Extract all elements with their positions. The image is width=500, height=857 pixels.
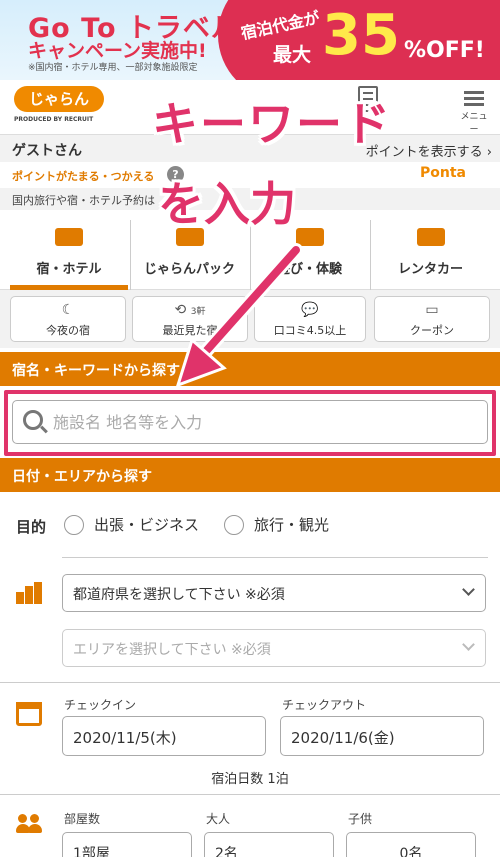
search-box[interactable]: [12, 400, 488, 444]
adults-select[interactable]: 2名: [204, 832, 334, 857]
point-text: ポイントがたまる・つかえる: [12, 170, 155, 183]
recent-button[interactable]: ⟲ 3軒 最近見た宿: [132, 296, 248, 342]
car-icon: [416, 228, 445, 246]
promo-line2: 最大: [273, 44, 312, 66]
adults-label: 大人: [206, 812, 231, 826]
map-icon: [16, 582, 46, 604]
checkout-date-field[interactable]: 2020/11/6(金): [280, 716, 484, 756]
guest-name: ゲストさん: [12, 143, 82, 159]
quick-label: クーポン: [410, 324, 454, 337]
checkout-label: チェックアウト: [282, 698, 367, 712]
annotation-enter: を入力: [158, 177, 296, 231]
purpose-business-radio[interactable]: 出張・ビジネス: [64, 514, 199, 535]
domestic-text: 国内旅行や宿・ホテル予約は: [12, 194, 155, 207]
children-label: 子供: [348, 812, 373, 826]
area-section-header: 日付・エリアから探す: [0, 458, 500, 492]
children-select[interactable]: 0名: [346, 832, 476, 857]
radio-circle: [224, 514, 244, 535]
purpose-travel-radio[interactable]: 旅行・観光: [224, 514, 329, 535]
search-icon: [23, 410, 43, 430]
produced-by-recruit: PRODUCED BY RECRUIT: [14, 116, 94, 123]
rooms-select[interactable]: 1部屋: [62, 832, 192, 857]
tab-rental-car[interactable]: レンタカー: [370, 220, 490, 290]
jalan-logo[interactable]: じゃらん: [14, 86, 104, 112]
checkin-label: チェックイン: [64, 698, 137, 712]
radio-label: 旅行・観光: [254, 516, 330, 534]
quick-label: 最近見た宿: [162, 324, 218, 337]
calendar-icon: [16, 702, 42, 726]
tonight-button[interactable]: ☾ 今夜の宿: [10, 296, 126, 342]
review-filter-button[interactable]: 💬 口コミ4.5以上: [254, 296, 366, 342]
prefecture-select[interactable]: 都道府県を選択して下さい ※必須: [62, 574, 486, 612]
menu-label: メニュー: [460, 112, 488, 135]
history-icon: ⟲ 3軒: [174, 302, 206, 318]
quick-links: ☾ 今夜の宿 ⟲ 3軒 最近見た宿 💬 口コミ4.5以上 ▭ クーポン: [0, 290, 500, 348]
quick-label: 口コミ4.5以上: [273, 324, 347, 337]
area-select-text: エリアを選択して下さい ※必須: [73, 642, 271, 658]
goto-travel-banner[interactable]: Go To トラベル キャンペーン実施中! ※国内宿・ホテル専用、一部対象施設限…: [0, 0, 500, 80]
purpose-label: 目的: [16, 518, 47, 536]
prefecture-select-text: 都道府県を選択して下さい ※必須: [73, 587, 285, 603]
banner-subtitle: キャンペーン実施中!: [28, 40, 207, 62]
search-form: 目的 出張・ビジネス 旅行・観光 都道府県を選択して下さい ※必須 エリアを選択…: [0, 492, 500, 857]
keyword-section-header: 宿名・キーワードから探す: [0, 352, 500, 386]
activity-icon: [295, 228, 324, 246]
radio-circle: [64, 514, 84, 535]
coupon-icon: ▭: [425, 302, 439, 318]
moon-icon: ☾: [61, 302, 75, 318]
quick-label: 今夜の宿: [46, 324, 90, 337]
tab-label: 遊び・体験: [276, 262, 342, 277]
tab-label: じゃらんパック: [143, 262, 235, 277]
banner-note: ※国内宿・ホテル専用、一部対象施設限定: [28, 63, 198, 73]
promo-off: %OFF!: [404, 38, 485, 63]
menu-button[interactable]: メニュー: [458, 88, 490, 135]
search-input[interactable]: [53, 409, 473, 435]
promo-percent: 35: [322, 3, 400, 68]
divider: [0, 682, 500, 683]
radio-label: 出張・ビジネス: [94, 516, 200, 534]
chat-icon: 💬: [301, 302, 319, 318]
coupon-button[interactable]: ▭ クーポン: [374, 296, 490, 342]
recent-count-badge: 3軒: [190, 307, 206, 317]
tab-hotel[interactable]: 宿・ホテル: [10, 220, 128, 290]
tab-label: レンタカー: [397, 262, 463, 277]
divider: [0, 794, 500, 795]
divider: [62, 557, 488, 558]
search-wrapper: [0, 386, 500, 454]
checkin-date-field[interactable]: 2020/11/5(木): [62, 716, 266, 756]
chevron-down-icon: [462, 638, 475, 651]
tab-label: 宿・ホテル: [36, 262, 102, 277]
people-icon: [16, 814, 46, 834]
chevron-down-icon: [462, 583, 475, 596]
hamburger-icon: [464, 91, 484, 94]
rooms-label: 部屋数: [64, 812, 101, 826]
nights-count: 宿泊日数 1泊: [211, 772, 289, 787]
bed-icon: [55, 228, 83, 246]
area-select[interactable]: エリアを選択して下さい ※必須: [62, 629, 486, 667]
annotation-keyword: キーワード: [152, 97, 392, 151]
ponta-logo: Ponta: [420, 165, 466, 181]
